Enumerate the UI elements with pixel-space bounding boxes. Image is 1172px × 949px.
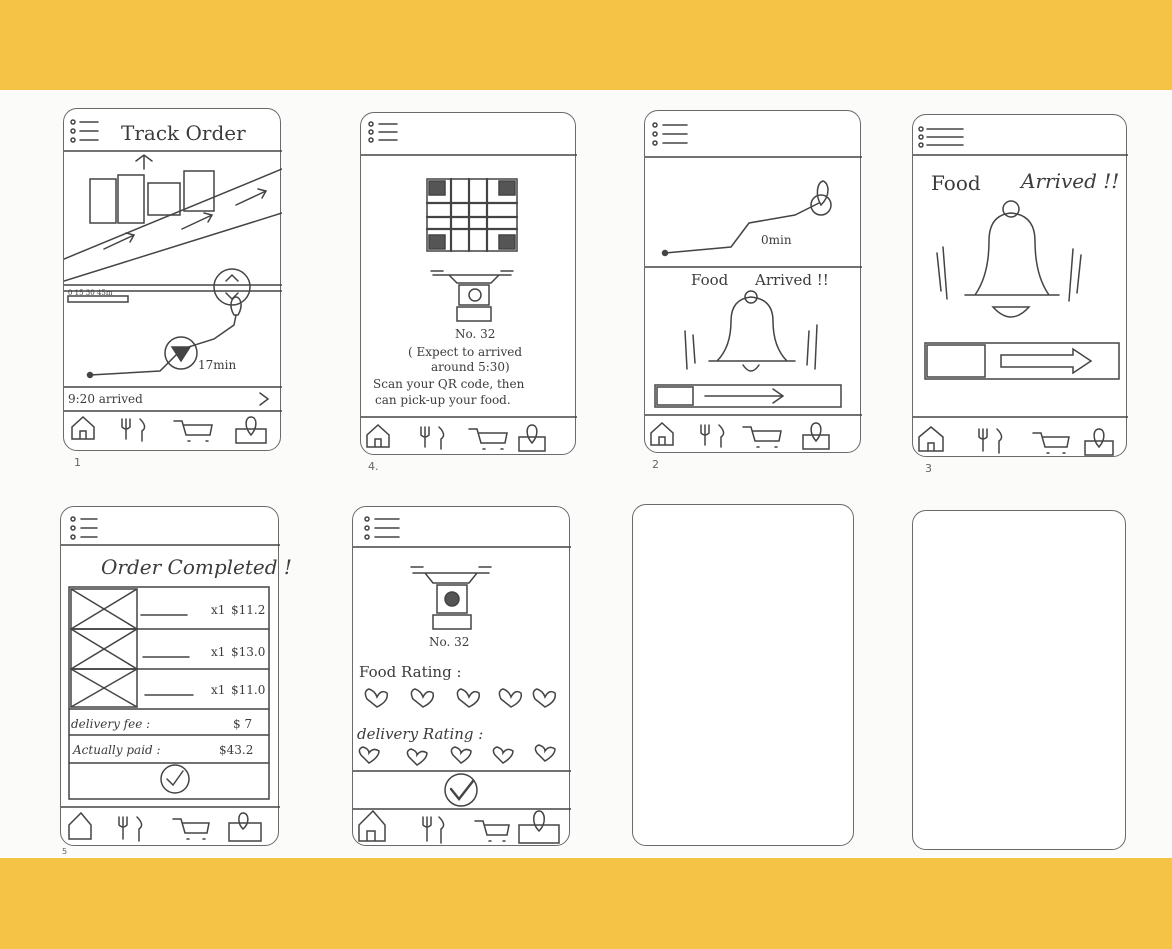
screen-number: 4. bbox=[368, 460, 379, 473]
eta-label: 17min bbox=[198, 358, 237, 372]
location-icon[interactable] bbox=[802, 422, 830, 450]
location-icon[interactable] bbox=[518, 424, 546, 452]
home-icon[interactable] bbox=[650, 421, 674, 446]
scan-instruction-line1: Scan your QR code, then bbox=[373, 377, 525, 391]
screen-track-order: Track Order 0 15 30 45m 17min 9:20 arriv… bbox=[63, 108, 282, 451]
home-icon[interactable] bbox=[918, 426, 944, 452]
home-icon[interactable] bbox=[71, 415, 95, 440]
menu-icon[interactable] bbox=[364, 516, 400, 540]
item-2-qty: x1 bbox=[211, 645, 226, 659]
blank-screen-2 bbox=[912, 510, 1126, 850]
expected-time-line1: ( Expect to arrived bbox=[408, 345, 523, 359]
screen-number: 3 bbox=[925, 462, 932, 475]
menu-icon[interactable] bbox=[918, 126, 964, 148]
drone-number: No. 32 bbox=[455, 327, 496, 341]
menu-icon[interactable] bbox=[652, 122, 688, 146]
fork-knife-icon[interactable] bbox=[978, 428, 1003, 454]
item-3-price: $11.0 bbox=[231, 683, 266, 697]
screen-arrived-map: 0min Food Arrived !! bbox=[644, 110, 862, 453]
swipe-slider[interactable] bbox=[654, 384, 842, 408]
chevron-right-icon bbox=[259, 392, 270, 406]
cart-icon[interactable] bbox=[474, 820, 510, 842]
drone-number: No. 32 bbox=[429, 635, 470, 649]
fork-knife-icon[interactable] bbox=[700, 424, 725, 448]
location-icon[interactable] bbox=[518, 810, 560, 844]
drone-icon bbox=[430, 270, 514, 322]
top-yellow-band bbox=[0, 0, 1172, 90]
check-icon[interactable] bbox=[160, 764, 190, 794]
bottom-yellow-band bbox=[0, 858, 1172, 949]
screen-number: 2 bbox=[652, 458, 659, 471]
blank-screen-1 bbox=[632, 504, 854, 846]
home-icon[interactable] bbox=[68, 811, 92, 840]
screen-arrived-bell: Food Arrived !! bbox=[912, 114, 1128, 457]
bell-icon bbox=[684, 290, 818, 372]
fork-knife-icon[interactable] bbox=[420, 426, 445, 450]
food-label: Food bbox=[931, 171, 981, 195]
drone-icon bbox=[410, 566, 492, 630]
menu-icon[interactable] bbox=[70, 516, 98, 540]
arrived-label: Arrived !! bbox=[1021, 169, 1120, 193]
check-icon[interactable] bbox=[444, 773, 478, 807]
cart-icon[interactable] bbox=[468, 428, 508, 450]
bell-icon bbox=[936, 200, 1082, 318]
location-icon[interactable] bbox=[228, 812, 262, 842]
cart-icon[interactable] bbox=[172, 818, 210, 840]
cart-icon[interactable] bbox=[173, 420, 213, 442]
fork-knife-icon[interactable] bbox=[422, 816, 445, 844]
location-icon[interactable] bbox=[1084, 428, 1114, 456]
food-rating-hearts[interactable] bbox=[364, 688, 557, 708]
home-icon[interactable] bbox=[358, 809, 386, 842]
paid-value: $43.2 bbox=[219, 743, 254, 757]
screen-title: Order Completed ! bbox=[101, 555, 292, 579]
fork-knife-icon[interactable] bbox=[118, 816, 143, 842]
route-line bbox=[661, 180, 832, 257]
cart-icon[interactable] bbox=[742, 426, 782, 448]
screen-title: Track Order bbox=[121, 121, 246, 145]
item-3-qty: x1 bbox=[211, 683, 226, 697]
swipe-slider[interactable] bbox=[924, 342, 1120, 380]
menu-icon[interactable] bbox=[368, 121, 398, 143]
home-icon[interactable] bbox=[366, 423, 390, 448]
arrival-time-label: 9:20 arrived bbox=[68, 392, 143, 406]
arrived-label: Arrived !! bbox=[755, 271, 829, 289]
food-label: Food bbox=[691, 271, 729, 289]
delivery-fee-label: delivery fee : bbox=[71, 717, 151, 731]
screen-number: 5 bbox=[62, 847, 68, 856]
map-scale-label: 0 15 30 45m bbox=[68, 289, 113, 297]
menu-icon[interactable] bbox=[70, 119, 99, 143]
fork-knife-icon[interactable] bbox=[121, 418, 146, 442]
street-illustration bbox=[64, 154, 282, 282]
qr-code-icon bbox=[425, 177, 519, 253]
screen-qr-pickup: No. 32 ( Expect to arrived around 5:30) … bbox=[360, 112, 577, 455]
cart-icon[interactable] bbox=[1032, 432, 1070, 454]
item-1-price: $11.2 bbox=[231, 603, 266, 617]
screen-order-completed: Order Completed ! x1 $11.2 x1 $13.0 x1 $… bbox=[60, 506, 292, 846]
zoom-control-icon[interactable] bbox=[213, 268, 251, 306]
delivery-fee-value: $ 7 bbox=[233, 717, 253, 731]
paid-label: Actually paid : bbox=[73, 743, 161, 757]
delivery-rating-label: delivery Rating : bbox=[357, 725, 484, 743]
screen-rating: No. 32 Food Rating : delivery Rating : bbox=[352, 506, 571, 846]
item-image-placeholders bbox=[70, 588, 138, 708]
location-icon[interactable] bbox=[235, 416, 267, 444]
delivery-rating-hearts[interactable] bbox=[358, 744, 556, 766]
expected-time-line2: around 5:30) bbox=[431, 360, 510, 374]
eta-label: 0min bbox=[761, 233, 792, 247]
food-rating-label: Food Rating : bbox=[359, 663, 462, 681]
item-2-price: $13.0 bbox=[231, 645, 266, 659]
screen-number: 1 bbox=[74, 456, 81, 469]
scan-instruction-line2: can pick-up your food. bbox=[375, 393, 511, 407]
item-1-qty: x1 bbox=[211, 603, 226, 617]
